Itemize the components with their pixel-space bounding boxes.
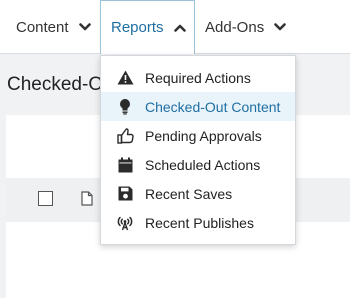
- select-all-checkbox[interactable]: [38, 191, 53, 206]
- nav-add-ons-label: Add-Ons: [205, 18, 265, 36]
- nav-content-label: Content: [16, 18, 69, 36]
- broadcast-icon: [116, 214, 134, 232]
- nav-reports[interactable]: Reports: [100, 0, 195, 54]
- thumbs-up-icon: [116, 127, 134, 145]
- chevron-down-icon: [78, 22, 91, 32]
- lightbulb-icon: [116, 98, 134, 116]
- menu-item-scheduled-actions[interactable]: Scheduled Actions: [101, 150, 295, 179]
- menu-item-label: Recent Publishes: [145, 214, 254, 231]
- menu-item-recent-saves[interactable]: Recent Saves: [101, 179, 295, 208]
- menu-item-label: Scheduled Actions: [145, 156, 261, 173]
- menu-item-label: Pending Approvals: [145, 127, 262, 144]
- menu-item-label: Recent Saves: [145, 185, 233, 202]
- calendar-icon: [116, 156, 134, 174]
- chevron-up-icon: [173, 23, 186, 33]
- top-navigation: Content Reports Add-Ons: [0, 0, 350, 54]
- page-title: Checked-O: [7, 74, 104, 95]
- menu-item-checked-out-content[interactable]: Checked-Out Content: [101, 92, 295, 121]
- menu-item-recent-publishes[interactable]: Recent Publishes: [101, 208, 295, 237]
- nav-reports-label: Reports: [111, 19, 164, 36]
- chevron-down-icon: [274, 22, 287, 32]
- nav-add-ons[interactable]: Add-Ons: [205, 0, 287, 54]
- save-icon: [116, 185, 134, 203]
- warning-icon: [116, 69, 134, 87]
- menu-item-label: Required Actions: [145, 69, 251, 86]
- menu-item-pending-approvals[interactable]: Pending Approvals: [101, 121, 295, 150]
- reports-dropdown-menu: Required Actions Checked-Out Content Pen…: [100, 55, 296, 245]
- file-icon: [81, 191, 93, 211]
- menu-item-label: Checked-Out Content: [145, 98, 281, 115]
- menu-item-required-actions[interactable]: Required Actions: [101, 63, 295, 92]
- nav-content[interactable]: Content: [16, 0, 91, 54]
